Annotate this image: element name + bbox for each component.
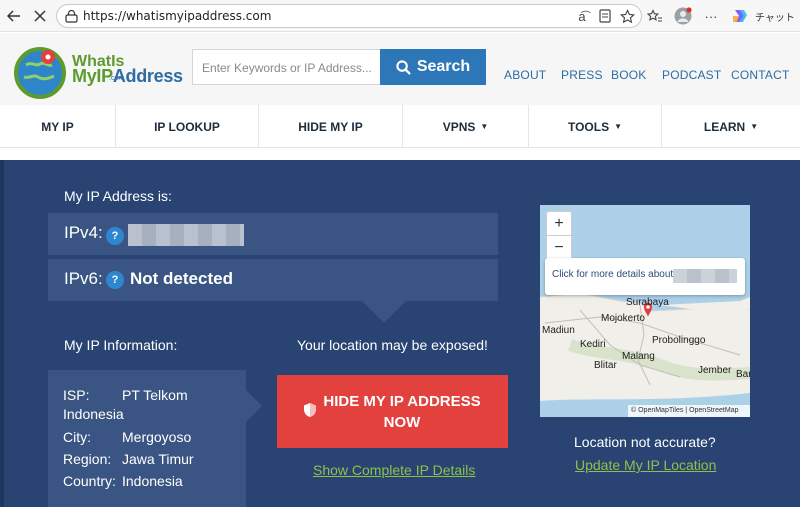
link-book[interactable]: BOOK [611, 68, 646, 82]
favorite-star-icon[interactable] [618, 7, 636, 25]
link-about[interactable]: ABOUT [504, 68, 546, 82]
logo-line2: MyIPAddress [72, 66, 183, 86]
country-label: Country: [63, 473, 116, 489]
ipv6-label: IPv6: [64, 269, 103, 288]
link-press[interactable]: PRESS [561, 68, 603, 82]
hide-my-ip-button[interactable]: HIDE MY IP ADDRESS NOW [277, 375, 508, 448]
nav-label: VPNS [442, 119, 476, 134]
logo-wordmark: WhatIs MyIPAddress [72, 54, 183, 86]
info-arrow [246, 390, 262, 422]
info-heading: My IP Information: [64, 337, 178, 353]
nav-label: MY IP [41, 119, 74, 134]
ipv6-help-icon[interactable]: ? [106, 271, 124, 289]
map-popup-text: Click for more details about [552, 269, 674, 280]
map-city-label: Probolinggo [652, 335, 706, 346]
map-city-label: Blitar [594, 360, 617, 371]
hide-button-line2: NOW [383, 414, 421, 431]
caret-down-icon: ▼ [750, 122, 759, 131]
hero-edge [0, 160, 4, 507]
map-city-label: Madiun [542, 325, 575, 336]
link-contact[interactable]: CONTACT [731, 68, 790, 82]
ipv6-value: Not detected [130, 269, 233, 288]
map-city-label: Surabaya [626, 297, 669, 308]
update-location-link[interactable]: Update My IP Location [575, 457, 716, 473]
nav-learn[interactable]: LEARN ▼ [662, 105, 800, 148]
nav-label: LEARN [703, 119, 746, 134]
search-icon [396, 59, 411, 75]
nav-my-ip[interactable]: MY IP [0, 105, 116, 148]
back-arrow-icon[interactable] [4, 6, 24, 26]
copilot-icon[interactable] [731, 7, 749, 25]
hide-button-line1: HIDE MY IP ADDRESS [323, 393, 481, 410]
ipv4-help-icon[interactable]: ? [106, 227, 124, 245]
region-label: Region: [63, 451, 112, 467]
show-ip-details-link[interactable]: Show Complete IP Details [313, 462, 475, 478]
map-zoom-control: + − [546, 211, 572, 261]
reader-view-icon[interactable] [596, 7, 614, 25]
zoom-in-button[interactable]: + [547, 212, 571, 236]
ip-heading: My IP Address is: [64, 188, 172, 204]
site-logo[interactable]: WhatIs MyIPAddress .com [12, 43, 192, 99]
ipv4-label: IPv4: [64, 223, 103, 242]
nav-tools[interactable]: TOOLS ▼ [529, 105, 662, 148]
isp-value-cont: Indonesia [63, 406, 124, 422]
map-city-label: Malang [622, 351, 655, 362]
ipv4-row: IPv4: ? [48, 213, 498, 255]
popup-ip-redacted [673, 269, 737, 283]
site-header: WhatIs MyIPAddress .com Enter Keywords o… [0, 33, 800, 105]
site-info-icon[interactable] [65, 10, 78, 23]
map-city-label: Mojokerto [601, 313, 645, 324]
nav-label: TOOLS [567, 119, 610, 134]
favorites-list-icon[interactable] [646, 7, 664, 25]
nav-ip-lookup[interactable]: IP LOOKUP [116, 105, 259, 148]
browser-toolbar: https://whatismyipaddress.com a͡ ··· チャッ… [0, 0, 800, 32]
nav-divider [0, 148, 800, 160]
read-aloud-icon[interactable]: a͡ [573, 7, 591, 25]
location-question: Location not accurate? [574, 434, 716, 450]
stop-loading-icon[interactable] [30, 6, 50, 26]
ipv4-value-redacted [128, 224, 244, 246]
map-popup[interactable]: Click for more details about [545, 258, 745, 295]
map-city-label: Kediri [580, 339, 606, 350]
search-label: Search [416, 58, 471, 75]
link-podcast[interactable]: PODCAST [662, 68, 721, 82]
hide-button-text: HIDE MY IP ADDRESS NOW [317, 391, 487, 433]
map-city-label: Bar [736, 369, 750, 380]
exposure-warning: Your location may be exposed! [297, 337, 488, 353]
caret-down-icon: ▼ [480, 122, 489, 131]
nav-label: IP LOOKUP [154, 119, 220, 134]
nav-vpns[interactable]: VPNS ▼ [403, 105, 529, 148]
search-button[interactable]: Search [380, 49, 486, 85]
address-bar[interactable]: https://whatismyipaddress.com [56, 4, 642, 28]
city-value: Mergoyoso [122, 429, 192, 445]
profile-avatar-icon[interactable] [674, 7, 692, 25]
ipv6-row: IPv6: ? Not detected [48, 259, 498, 301]
logo-line2a: MyIP [72, 66, 113, 86]
logo-com: .com [109, 75, 125, 82]
city-label: City: [63, 429, 91, 445]
caret-down-icon: ▼ [614, 122, 623, 131]
nav-hide-my-ip[interactable]: HIDE MY IP [259, 105, 403, 148]
more-options-icon[interactable]: ··· [702, 7, 720, 25]
url-text: https://whatismyipaddress.com [83, 9, 272, 23]
zoom-out-button[interactable]: − [547, 236, 571, 260]
country-value: Indonesia [122, 473, 183, 489]
search-input[interactable]: Enter Keywords or IP Address... [192, 49, 382, 85]
map-attribution[interactable]: © OpenMapTiles | OpenStreetMap [628, 405, 750, 417]
copilot-chat-label[interactable]: チャット [755, 9, 795, 24]
globe-logo-icon [14, 47, 66, 99]
isp-value: PT Telkom [122, 387, 188, 403]
region-value: Jawa Timur [122, 451, 194, 467]
main-navigation: MY IP IP LOOKUP HIDE MY IP VPNS ▼ TOOLS ▼ … [0, 105, 800, 148]
callout-pointer [362, 301, 406, 323]
nav-label: HIDE MY IP [298, 119, 363, 134]
map-city-label: Jember [698, 365, 732, 376]
isp-label: ISP: [63, 387, 90, 403]
shield-icon [304, 403, 316, 417]
